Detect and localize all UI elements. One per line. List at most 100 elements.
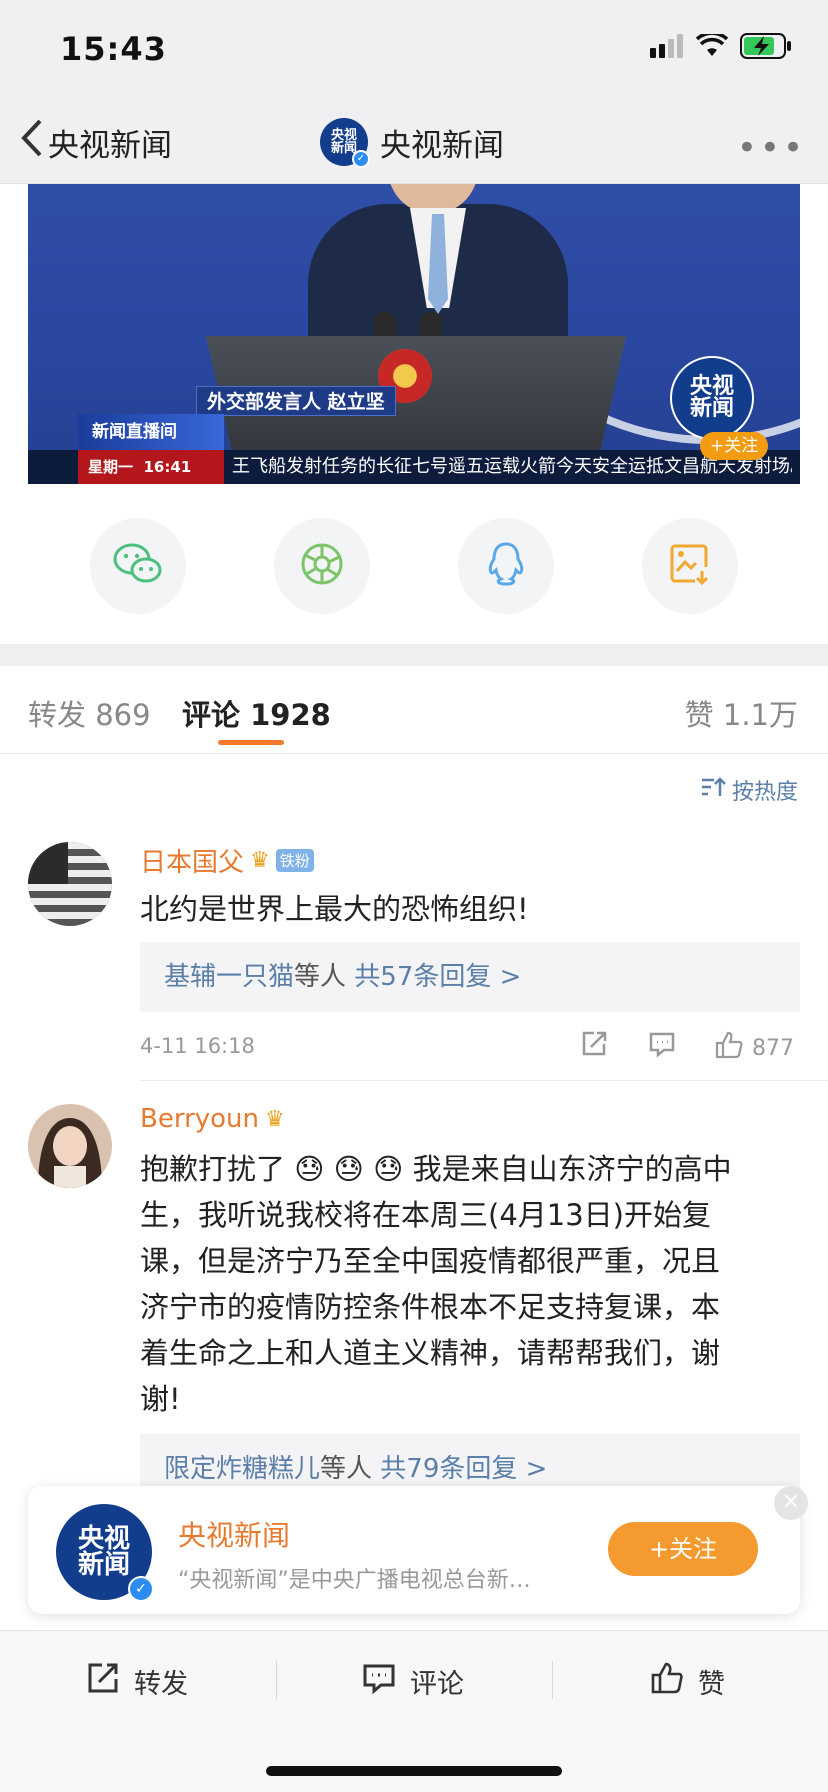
logo-text-bottom: 新闻 — [77, 1550, 130, 1580]
like-label: 赞 — [698, 1668, 725, 1700]
section-divider — [0, 644, 828, 666]
comment-divider — [140, 1080, 828, 1081]
like-count: 877 — [752, 1035, 794, 1061]
thumbs-up-icon — [714, 1030, 744, 1066]
video-follow-button[interactable]: +关注 — [700, 432, 769, 460]
comment-text-line: 谢! — [140, 1382, 181, 1416]
wifi-icon — [695, 31, 729, 62]
verified-icon: ✓ — [128, 1576, 154, 1602]
comment-icon — [648, 1030, 676, 1064]
cellular-signal-icon — [650, 34, 684, 62]
comment-share-button[interactable] — [580, 1030, 608, 1064]
repost-icon — [86, 1661, 120, 1702]
tab-likes-label: 赞 — [684, 698, 714, 732]
reply-author: 限定炸糖糕儿 — [164, 1454, 321, 1484]
repost-button[interactable]: 转发 — [86, 1659, 188, 1703]
back-label: 央视新闻 — [48, 127, 172, 164]
nav-title: 央视新闻 — [380, 127, 504, 164]
account-avatar: 央视 新闻 ✓ — [320, 118, 370, 168]
tab-likes[interactable]: 赞 1.1万 — [685, 692, 798, 734]
logo-text-top: 央视 — [77, 1524, 130, 1554]
flag-avatar-image — [28, 842, 112, 926]
live-program-label: 新闻直播间 — [78, 414, 224, 450]
comment-text-line: 生，我听说我校将在本周三(4月13日)开始复 — [140, 1198, 711, 1232]
video-channel-logo[interactable]: 央视 新闻 — [670, 356, 754, 440]
repost-label: 转发 — [134, 1668, 188, 1700]
comment-author-name: 日本国父 — [140, 848, 245, 878]
more-button[interactable]: ••• — [737, 128, 806, 168]
comment-author[interactable]: 日本国父 ♛ 铁粉 — [140, 842, 314, 879]
comment-label: 评论 — [410, 1668, 464, 1700]
fan-badge: 铁粉 — [275, 849, 314, 872]
tab-bar: 转发 869 评论 1928 赞 1.1万 — [0, 666, 828, 754]
comment-text-line: 课，但是济宁乃至全中国疫情都很严重，况且 — [140, 1244, 721, 1278]
banner-close-button[interactable]: × — [774, 1486, 808, 1520]
comment-text-line: 着生命之上和人道主义精神，请帮帮我们，谢 — [140, 1336, 721, 1370]
comment-text-line: 济宁市的疫情防控条件根本不足支持复课，本 — [140, 1290, 721, 1324]
avatar[interactable] — [28, 1104, 112, 1188]
separator — [276, 1661, 277, 1699]
follow-account-banner[interactable]: 央视 新闻 ✓ 央视新闻 “央视新闻”是中央广播电视总台新… +关注 × — [28, 1486, 808, 1614]
tab-reposts[interactable]: 转发 869 — [28, 692, 151, 734]
crown-icon: ♛ — [250, 848, 270, 873]
comment-text: 北约是世界上最大的恐怖组织! — [140, 892, 529, 926]
comment-text-line: 抱歉打扰了 😓 😓 😓 我是来自山东济宁的高中 — [140, 1152, 732, 1186]
share-qq-button[interactable] — [458, 518, 554, 614]
status-time: 15:43 — [60, 30, 167, 68]
active-tab-indicator — [218, 740, 284, 745]
reply-others: 等人 — [294, 962, 347, 992]
comment-reply-button[interactable] — [648, 1030, 676, 1064]
sort-label: 按热度 — [731, 780, 798, 805]
reply-author: 基辅一只猫 — [164, 962, 295, 992]
save-image-button[interactable] — [642, 518, 738, 614]
comment-icon — [362, 1661, 396, 1702]
tab-reposts-label: 转发 — [28, 698, 87, 732]
battery-charging-icon — [740, 33, 792, 63]
banner-follow-button[interactable]: +关注 — [608, 1522, 758, 1576]
moments-icon — [299, 541, 345, 591]
tab-comments-label: 评论 — [182, 698, 241, 732]
reply-others: 等人 — [320, 1454, 373, 1484]
comment-author[interactable]: Berryoun ♛ — [140, 1104, 285, 1134]
speaker-caption: 外交部发言人 赵立坚 — [196, 386, 396, 416]
navigation-bar: 央视新闻 央视 新闻 ✓ 央视新闻 ••• — [0, 100, 828, 184]
avatar[interactable] — [28, 842, 112, 926]
comment-text: 抱歉打扰了 😓 😓 😓 我是来自山东济宁的高中 生，我听说我校将在本周三(4月1… — [140, 1146, 800, 1422]
separator — [552, 1661, 553, 1699]
verified-icon: ✓ — [352, 150, 370, 168]
tab-reposts-count: 869 — [95, 698, 151, 732]
status-bar: 15:43 — [0, 0, 828, 100]
share-wechat-button[interactable] — [90, 518, 186, 614]
logo-text-bottom: 新闻 — [689, 396, 734, 421]
nav-account[interactable]: 央视 新闻 ✓ 央视新闻 — [320, 114, 504, 170]
share-moments-button[interactable] — [274, 518, 370, 614]
logo-text-top: 央视 — [689, 374, 734, 399]
banner-account-name: 央视新闻 — [178, 1519, 291, 1552]
banner-account-description: “央视新闻”是中央广播电视总台新… — [178, 1568, 531, 1593]
comment-like-button[interactable]: 877 — [714, 1030, 794, 1066]
tab-likes-count: 1.1万 — [722, 698, 798, 732]
qq-icon — [486, 541, 526, 591]
reply-count: 共79条回复 > — [380, 1454, 548, 1484]
wechat-icon — [112, 542, 164, 590]
thumbs-up-icon — [650, 1661, 684, 1702]
like-button[interactable]: 赞 — [650, 1659, 725, 1703]
chevron-left-icon — [20, 118, 44, 166]
share-icon — [580, 1030, 608, 1064]
comment-button[interactable]: 评论 — [362, 1659, 464, 1703]
save-image-icon — [669, 543, 711, 589]
video-player[interactable]: 外交部发言人 赵立坚 新闻直播间 星期一 16:41 王飞船发射任务的长征七号遥… — [28, 184, 800, 484]
sort-by-hot-button[interactable]: 按热度 — [700, 774, 798, 806]
replies-preview[interactable]: 基辅一只猫等人 共57条回复 > — [140, 942, 800, 1012]
crown-icon: ♛ — [265, 1106, 285, 1132]
back-button[interactable]: 央视新闻 — [20, 118, 172, 166]
reply-count: 共57条回复 > — [354, 962, 522, 992]
tab-comments-count: 1928 — [250, 698, 331, 732]
share-row — [0, 518, 828, 614]
home-indicator — [266, 1766, 562, 1776]
tab-comments[interactable]: 评论 1928 — [182, 692, 331, 734]
sort-icon — [700, 776, 726, 804]
ticker-time: 星期一 16:41 — [78, 450, 224, 484]
banner-account-avatar: 央视 新闻 ✓ — [56, 1504, 154, 1602]
status-icons — [650, 31, 792, 63]
